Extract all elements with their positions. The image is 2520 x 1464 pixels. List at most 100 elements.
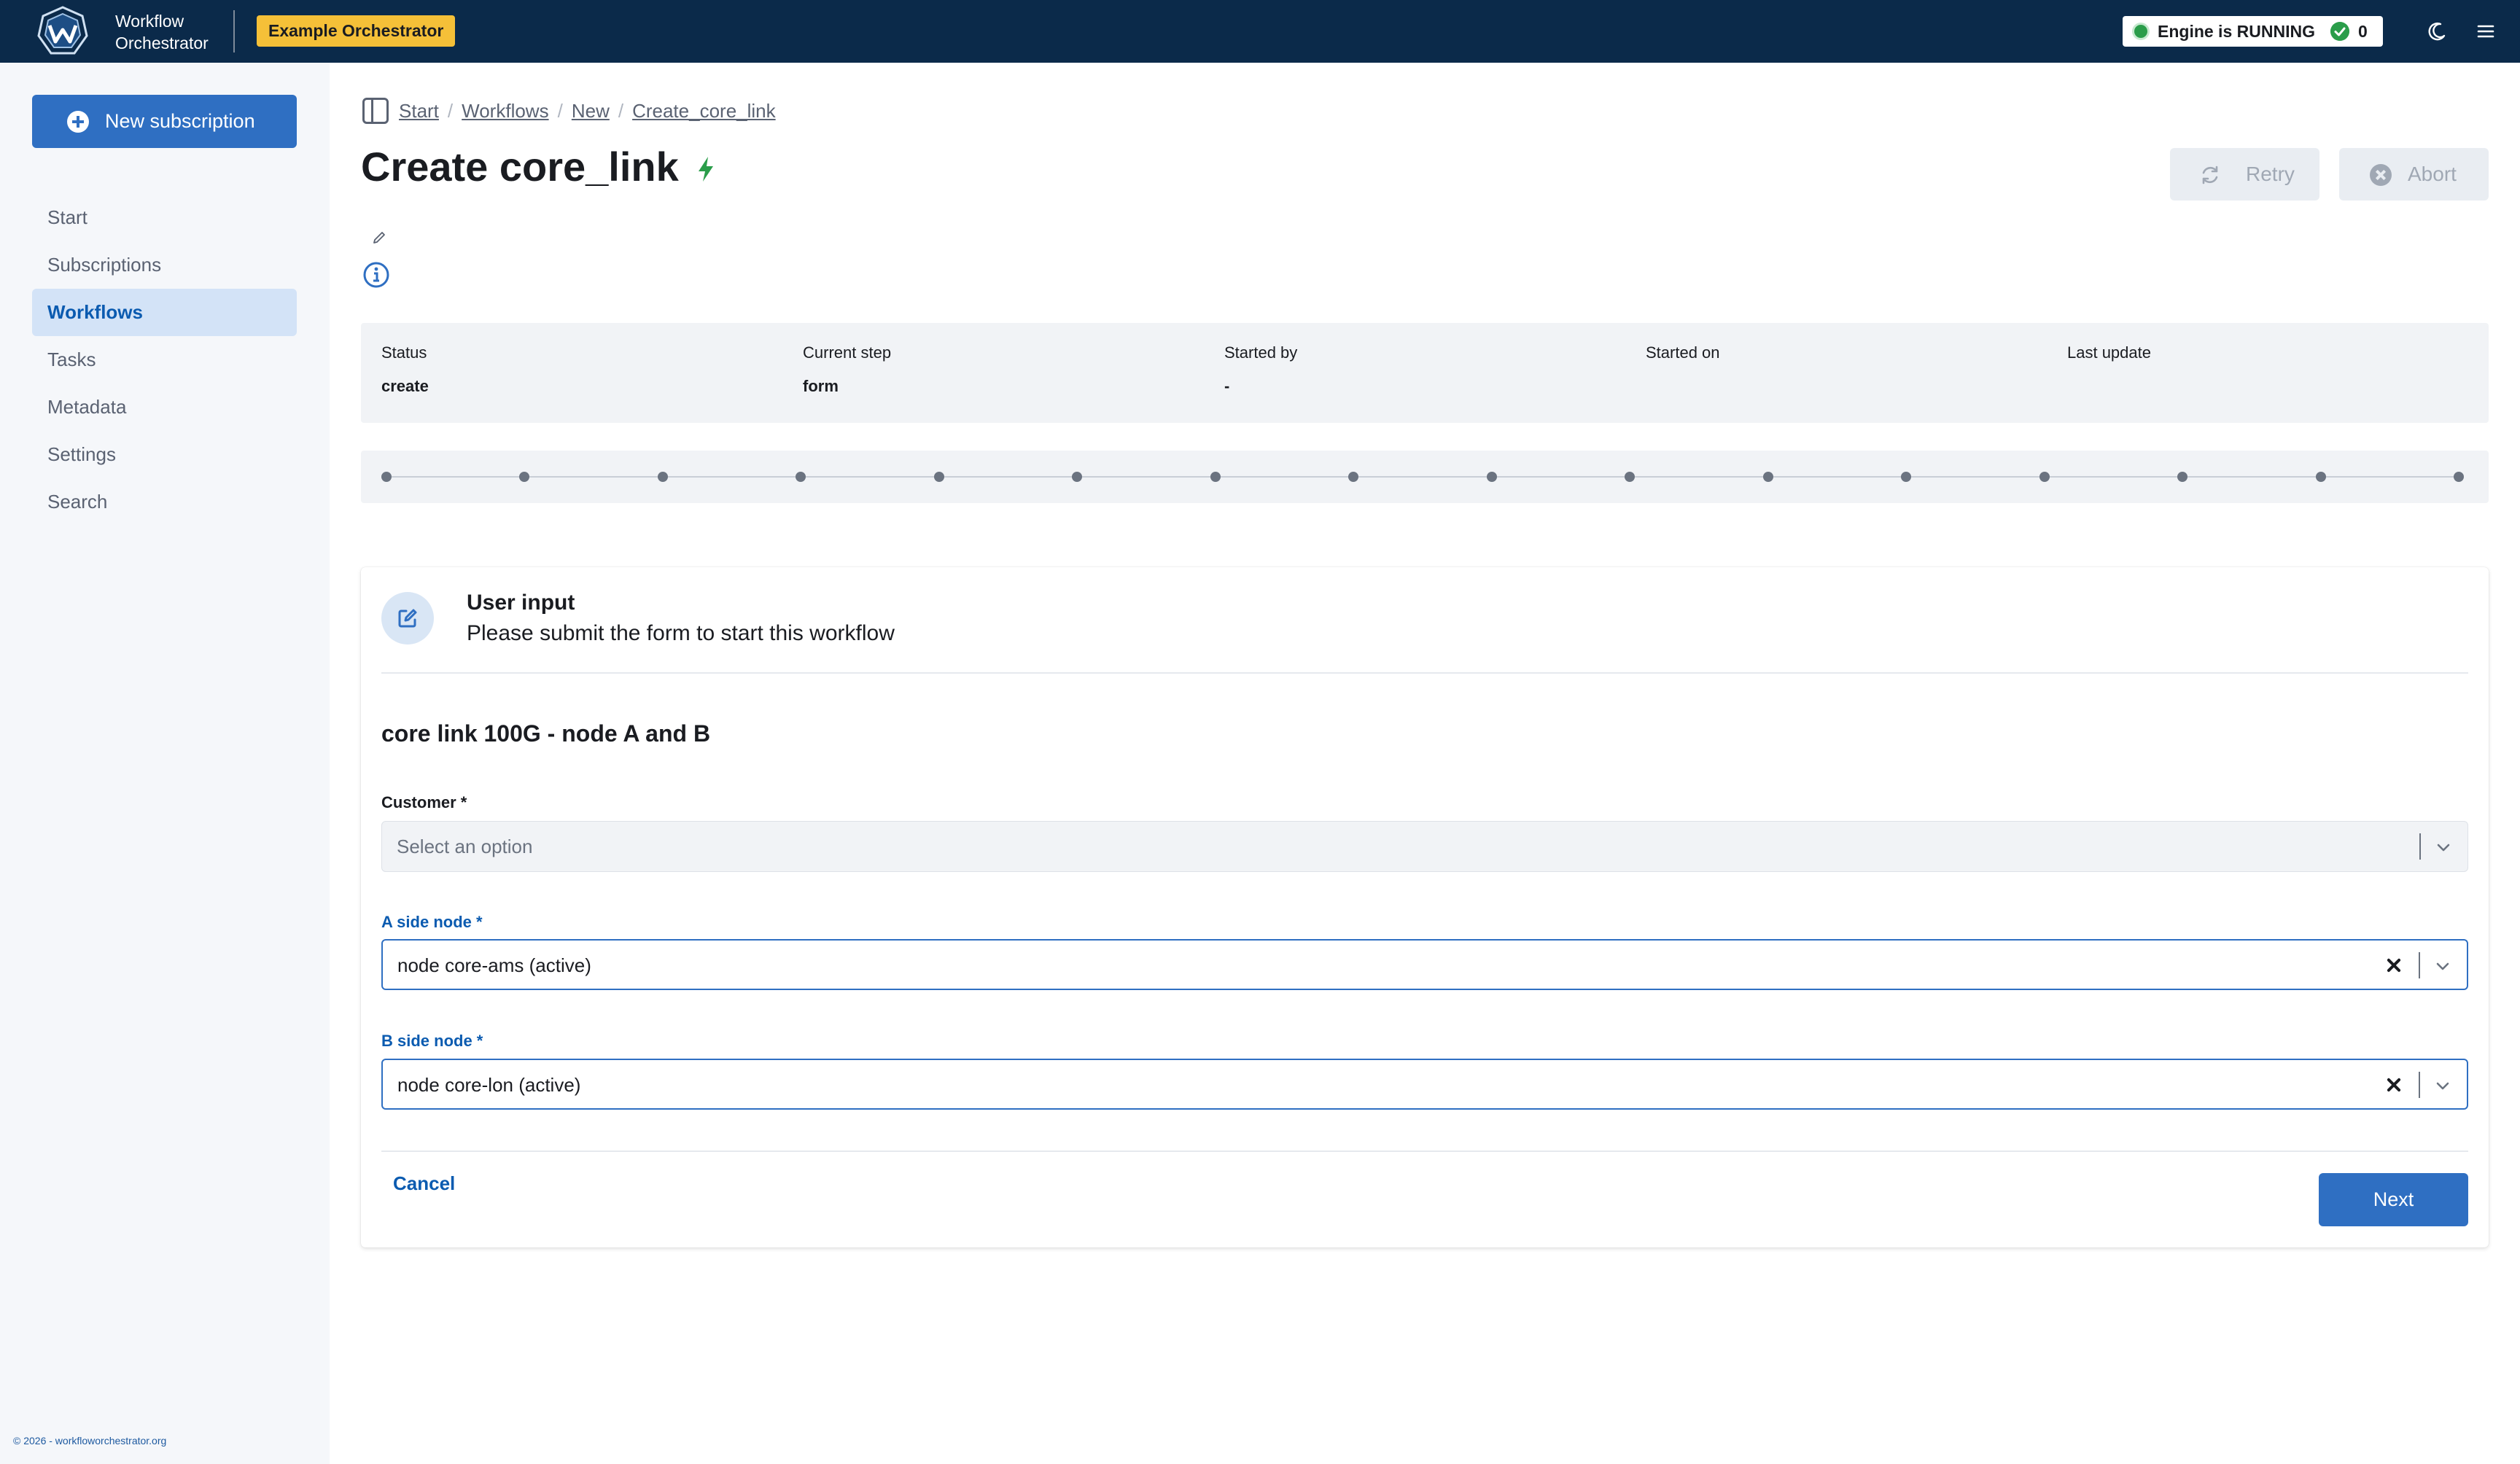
sidebar-item-tasks[interactable]: Tasks <box>32 336 297 383</box>
check-circle-icon <box>2330 22 2349 41</box>
moon-icon[interactable] <box>2423 17 2451 45</box>
step-dot[interactable] <box>1486 472 1497 482</box>
breadcrumb-separator: / <box>447 99 454 122</box>
started-by-field: Started by - <box>1224 343 1297 396</box>
customer-label: Customer * <box>381 793 467 811</box>
breadcrumb-create-core-link[interactable]: Create_core_link <box>632 100 776 122</box>
user-input-subtitle: Please submit the form to start this wor… <box>467 621 895 645</box>
engine-status-text: Engine is RUNNING <box>2158 22 2315 41</box>
step-dot[interactable] <box>796 472 806 482</box>
user-input-card: User input Please submit the form to sta… <box>361 567 2489 1247</box>
step-dot[interactable] <box>2315 472 2326 482</box>
new-subscription-button[interactable]: New subscription <box>32 95 297 148</box>
sidebar-item-subscriptions[interactable]: Subscriptions <box>32 241 297 289</box>
refresh-icon <box>2202 166 2218 184</box>
step-dot[interactable] <box>2039 472 2050 482</box>
step-dot[interactable] <box>1762 472 1773 482</box>
user-input-title: User input <box>467 591 575 615</box>
step-dot[interactable] <box>657 472 668 482</box>
workflow-orchestrator-logo[interactable] <box>36 5 89 58</box>
breadcrumb-separator: / <box>618 99 624 122</box>
form-title: core link 100G - node A and B <box>381 720 711 747</box>
sidebar-item-start[interactable]: Start <box>32 194 297 241</box>
brand-line-2: Orchestrator <box>115 34 209 52</box>
divider <box>381 672 2468 674</box>
divider <box>381 1150 2468 1152</box>
sidebar-item-search[interactable]: Search <box>32 478 297 526</box>
b-side-node-value: node core-lon (active) <box>397 1074 581 1096</box>
top-bar: Workflow Orchestrator Example Orchestrat… <box>0 0 2520 63</box>
abort-label: Abort <box>2408 163 2457 185</box>
status-dot-icon <box>2134 25 2147 38</box>
customer-placeholder: Select an option <box>397 836 533 857</box>
step-dot[interactable] <box>1072 472 1083 482</box>
sidebar-toggle-icon[interactable] <box>362 98 389 124</box>
footer-link[interactable]: © 2026 - workfloworchestrator.org <box>13 1435 166 1447</box>
current-step-value: form <box>803 377 839 395</box>
step-dot[interactable] <box>1625 472 1636 482</box>
next-button[interactable]: Next <box>2319 1173 2468 1226</box>
brand-name: Workflow Orchestrator <box>115 10 209 54</box>
running-processes-counter[interactable]: 0 <box>2323 16 2383 47</box>
sidebar-nav: Start Subscriptions Workflows Tasks Meta… <box>32 194 297 526</box>
step-dot[interactable] <box>519 472 530 482</box>
brand-line-1: Workflow <box>115 12 184 31</box>
edit-form-icon <box>398 609 417 628</box>
breadcrumb-new[interactable]: New <box>572 100 610 122</box>
new-subscription-label: New subscription <box>105 110 255 132</box>
info-icon[interactable] <box>362 260 391 289</box>
abort-button[interactable]: Abort <box>2339 148 2489 200</box>
breadcrumb-workflows[interactable]: Workflows <box>462 100 548 122</box>
step-dot[interactable] <box>381 472 392 482</box>
engine-status-badge[interactable]: Engine is RUNNING <box>2123 16 2328 47</box>
customer-select[interactable]: Select an option <box>381 821 2468 872</box>
current-step-field: Current step form <box>803 343 891 396</box>
step-dot[interactable] <box>2177 472 2188 482</box>
step-dot[interactable] <box>1348 472 1359 482</box>
last-update-field: Last update <box>2067 343 2151 362</box>
clear-icon[interactable] <box>2385 957 2403 974</box>
select-divider <box>2419 952 2420 978</box>
select-divider <box>2419 833 2421 860</box>
timeline-line <box>392 476 2457 478</box>
chevron-down-icon[interactable] <box>2433 957 2452 976</box>
sidebar-item-settings[interactable]: Settings <box>32 431 297 478</box>
breadcrumb-separator: / <box>557 99 563 122</box>
lightning-bolt-icon <box>699 157 713 182</box>
retry-button[interactable]: Retry <box>2170 148 2319 200</box>
step-dot[interactable] <box>933 472 944 482</box>
sidebar: New subscription Start Subscriptions Wor… <box>0 63 330 1464</box>
plus-circle-icon <box>67 111 89 133</box>
status-field: Status create <box>381 343 429 396</box>
step-dot[interactable] <box>1901 472 1912 482</box>
step-dot[interactable] <box>1210 472 1221 482</box>
clear-icon[interactable] <box>2385 1076 2403 1094</box>
counter-value: 0 <box>2358 22 2368 41</box>
retry-label: Retry <box>2246 163 2295 185</box>
environment-badge: Example Orchestrator <box>257 15 456 47</box>
hamburger-menu-icon[interactable] <box>2472 17 2500 45</box>
edit-form-icon-wrapper <box>381 592 434 645</box>
step-dot[interactable] <box>2454 472 2464 482</box>
breadcrumb-start[interactable]: Start <box>399 100 439 122</box>
x-circle-icon <box>2370 164 2392 186</box>
pencil-icon[interactable] <box>370 229 388 246</box>
a-side-node-label: A side node * <box>381 913 483 931</box>
started-on-field: Started on <box>1646 343 1720 362</box>
sidebar-item-workflows[interactable]: Workflows <box>32 289 297 336</box>
workflow-steps-timeline <box>361 451 2489 503</box>
sidebar-item-metadata[interactable]: Metadata <box>32 383 297 431</box>
page-title: Create core_link <box>361 144 679 190</box>
a-side-node-value: node core-ams (active) <box>397 954 591 976</box>
started-on-label: Started on <box>1646 343 1720 362</box>
chevron-down-icon[interactable] <box>2433 1076 2452 1095</box>
started-by-label: Started by <box>1224 343 1298 362</box>
a-side-node-select[interactable]: node core-ams (active) <box>381 939 2468 990</box>
chevron-down-icon[interactable] <box>2434 838 2453 857</box>
b-side-node-label: B side node * <box>381 1032 483 1050</box>
cancel-button[interactable]: Cancel <box>393 1172 455 1195</box>
last-update-label: Last update <box>2067 343 2151 362</box>
status-value: create <box>381 377 429 395</box>
b-side-node-select[interactable]: node core-lon (active) <box>381 1059 2468 1110</box>
current-step-label: Current step <box>803 343 892 362</box>
